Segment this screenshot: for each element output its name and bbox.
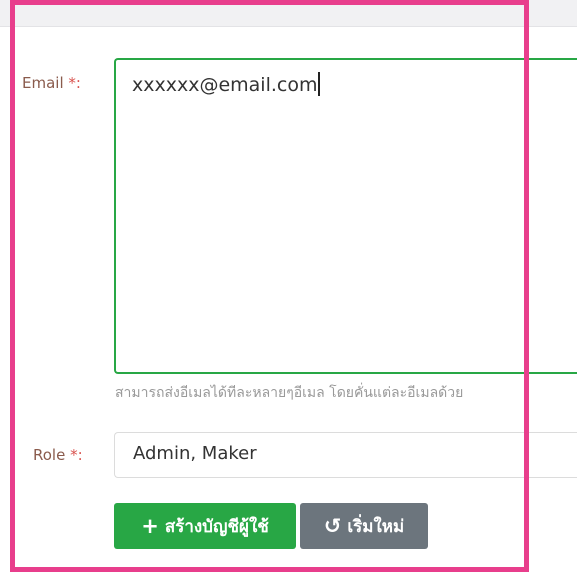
email-value-text: xxxxxx@email.com [132, 74, 318, 96]
reset-label: เริ่มใหม่ [347, 516, 405, 537]
email-help-text: สามารถส่งอีเมลได้ทีละหลายๆอีเมล โดยคั่นแ… [115, 385, 464, 401]
role-select-value: Admin, Maker [133, 443, 257, 464]
role-select[interactable]: Admin, Maker [114, 432, 577, 478]
create-account-label: สร้างบัญชีผู้ใช้ [164, 516, 269, 537]
email-required-marker: *: [68, 74, 81, 92]
role-label-text: Role [33, 446, 66, 464]
role-label: Role *: [33, 446, 83, 464]
top-bar [0, 0, 577, 27]
reset-button[interactable]: ↺ เริ่มใหม่ [300, 503, 428, 549]
email-label: Email *: [22, 74, 81, 92]
undo-icon: ↺ [323, 513, 342, 538]
email-textarea-value: xxxxxx@email.com [132, 72, 320, 96]
role-required-marker: *: [70, 446, 83, 464]
email-label-text: Email [22, 74, 64, 92]
create-account-button[interactable]: + สร้างบัญชีผู้ใช้ [114, 503, 296, 549]
email-textarea[interactable]: xxxxxx@email.com [114, 58, 577, 374]
plus-icon: + [141, 513, 159, 538]
text-caret [318, 72, 320, 96]
